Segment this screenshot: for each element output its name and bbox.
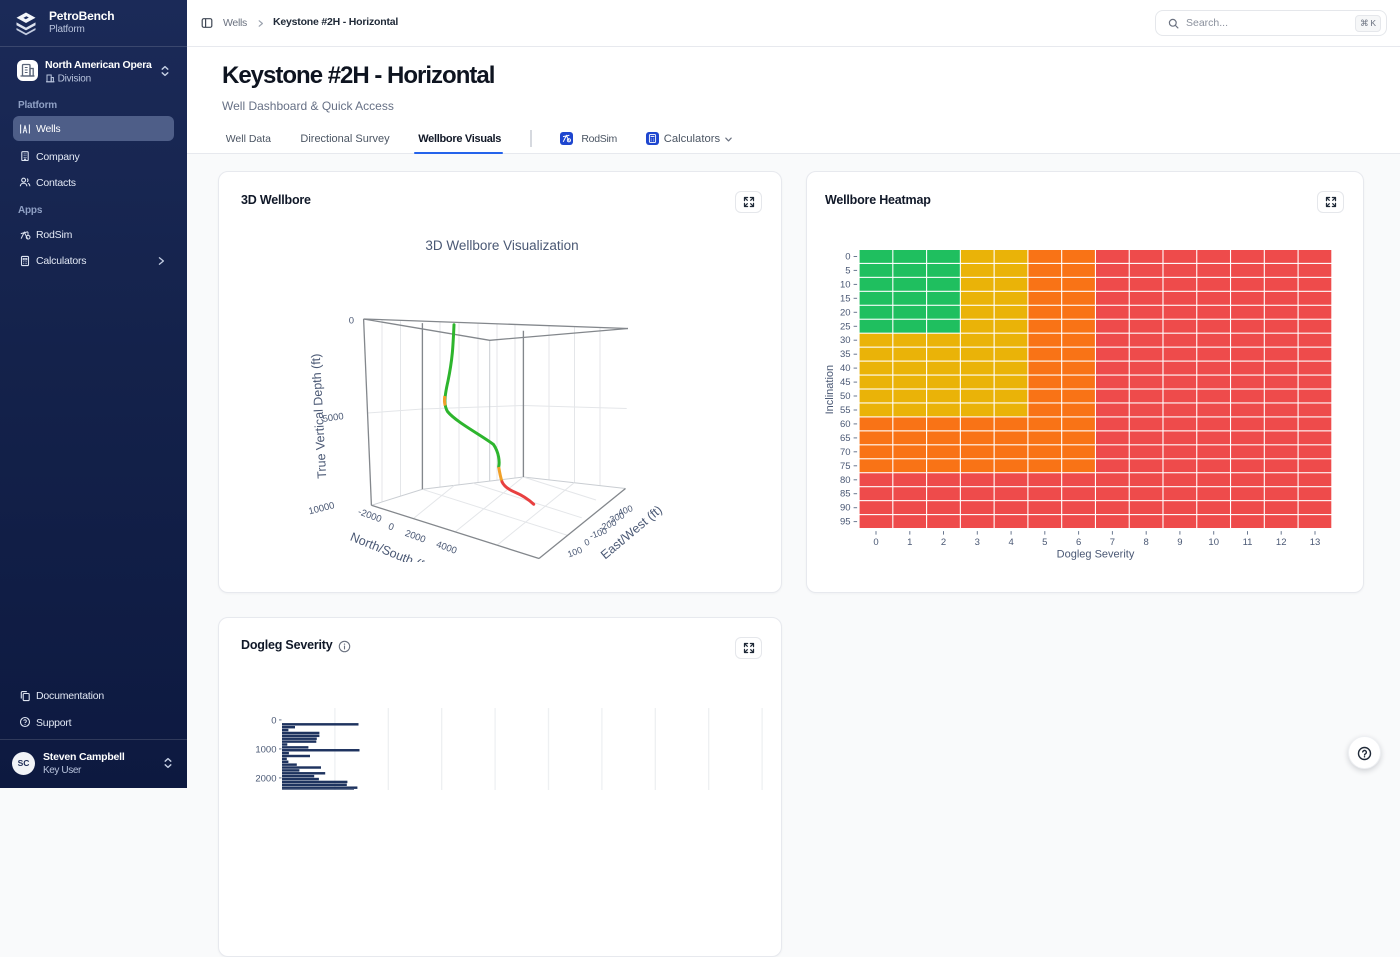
svg-text:20: 20 xyxy=(840,307,851,318)
svg-text:6: 6 xyxy=(1076,537,1081,548)
svg-text:0: 0 xyxy=(271,715,276,726)
svg-text:3: 3 xyxy=(975,537,980,548)
svg-text:0: 0 xyxy=(845,251,850,262)
svg-text:85: 85 xyxy=(840,488,851,499)
svg-text:60: 60 xyxy=(840,418,851,429)
svg-text:4000: 4000 xyxy=(435,539,459,557)
svg-text:10: 10 xyxy=(1208,537,1219,548)
svg-text:55: 55 xyxy=(840,405,851,416)
svg-text:0: 0 xyxy=(873,537,878,548)
svg-text:Inclination: Inclination xyxy=(824,364,836,414)
svg-text:90: 90 xyxy=(840,502,851,513)
svg-text:2000: 2000 xyxy=(403,528,427,546)
svg-text:65: 65 xyxy=(840,432,851,443)
svg-text:0: 0 xyxy=(349,315,354,326)
svg-text:40: 40 xyxy=(840,363,851,374)
svg-text:12: 12 xyxy=(1276,537,1287,548)
svg-text:9: 9 xyxy=(1177,537,1182,548)
svg-text:70: 70 xyxy=(840,446,851,457)
svg-text:80: 80 xyxy=(840,474,851,485)
svg-text:-2000: -2000 xyxy=(356,506,383,525)
svg-text:8: 8 xyxy=(1144,537,1149,548)
svg-text:10: 10 xyxy=(840,279,851,290)
svg-text:2000: 2000 xyxy=(255,773,276,784)
svg-text:1: 1 xyxy=(907,537,912,548)
svg-text:75: 75 xyxy=(840,460,851,471)
svg-text:5: 5 xyxy=(1042,537,1047,548)
svg-text:11: 11 xyxy=(1243,537,1253,548)
svg-text:4: 4 xyxy=(1008,537,1013,548)
svg-text:30: 30 xyxy=(840,335,851,346)
svg-text:95: 95 xyxy=(840,516,851,527)
svg-text:7: 7 xyxy=(1110,537,1115,548)
svg-text:0: 0 xyxy=(387,521,396,533)
svg-text:15: 15 xyxy=(840,293,851,304)
svg-text:Dogleg Severity: Dogleg Severity xyxy=(1057,548,1135,560)
svg-text:1000: 1000 xyxy=(255,744,276,755)
svg-text:45: 45 xyxy=(840,377,851,388)
svg-text:25: 25 xyxy=(840,321,851,332)
svg-text:2: 2 xyxy=(941,537,946,548)
svg-text:3D Wellbore Visualization: 3D Wellbore Visualization xyxy=(425,238,578,253)
svg-text:100: 100 xyxy=(566,544,584,559)
svg-text:13: 13 xyxy=(1310,537,1321,548)
svg-text:50: 50 xyxy=(840,391,851,402)
svg-text:5: 5 xyxy=(845,265,850,276)
svg-text:35: 35 xyxy=(840,349,851,360)
svg-text:10000: 10000 xyxy=(307,500,335,517)
